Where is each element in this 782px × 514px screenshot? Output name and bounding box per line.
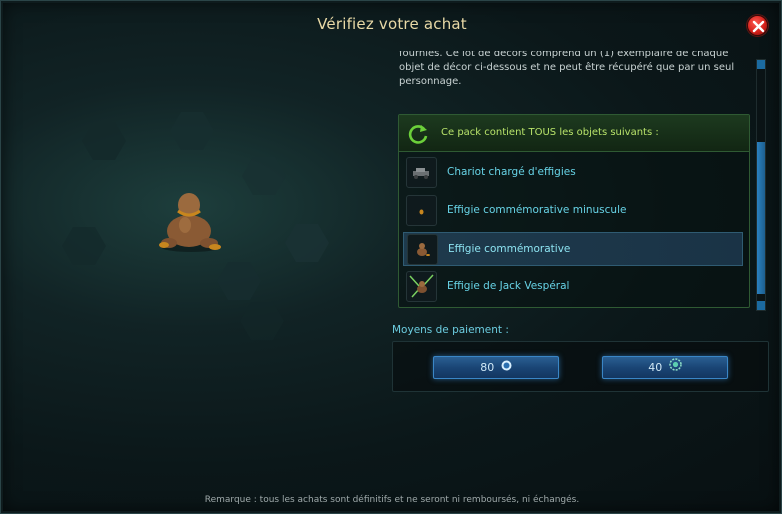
hex-decoration: [61, 226, 107, 266]
pack-header: Ce pack contient TOUS les objets suivant…: [399, 115, 749, 152]
pack-contents-box: Ce pack contient TOUS les objets suivant…: [398, 114, 750, 308]
pack-item-label: Effigie commémorative minuscule: [447, 204, 627, 216]
refresh-icon: [407, 123, 429, 149]
pack-item-label: Chariot chargé d'effigies: [447, 166, 576, 178]
scroll-up-arrow[interactable]: [757, 60, 765, 69]
hex-decoration: [239, 301, 285, 341]
pack-item[interactable]: Effigie de Jack Vespéral: [403, 270, 743, 304]
description-line: fournies. Ce lot de décors comprend un (…: [399, 51, 729, 59]
hex-decoration: [284, 223, 330, 263]
pack-header-label: Ce pack contient TOUS les objets suivant…: [441, 127, 659, 138]
hex-decoration: [169, 111, 215, 151]
hex-decoration: [241, 156, 287, 196]
window-title: Vérifiez votre achat: [317, 15, 467, 33]
cart-icon: [406, 157, 437, 188]
pack-item-label: Effigie commémorative: [448, 243, 571, 255]
close-icon: [752, 20, 765, 33]
payment-label: Moyens de paiement :: [392, 324, 509, 336]
hex-decoration: [81, 121, 127, 161]
pack-item[interactable]: Effigie commémorative minuscule: [403, 194, 743, 228]
pay-omnibits-button[interactable]: 80: [433, 356, 559, 379]
omnibit-icon: [501, 357, 512, 378]
effigy-icon: [407, 234, 438, 265]
purchase-confirmation-window: Vérifiez votre achat fournies. Ce lot de…: [0, 0, 782, 514]
cosmic-reward-icon: [669, 357, 682, 378]
scrollbar-thumb[interactable]: [757, 142, 765, 294]
jack-effigy-icon: [406, 271, 437, 302]
pack-item-selected[interactable]: Effigie commémorative: [403, 232, 743, 266]
payment-options: 80 40: [392, 341, 769, 392]
price-amount: 40: [648, 361, 663, 374]
tiny-effigy-icon: [406, 195, 437, 226]
pack-item[interactable]: Chariot chargé d'effigies: [403, 156, 743, 190]
hex-decoration: [216, 261, 262, 301]
item-preview-image: [151, 183, 231, 255]
pay-reward-points-button[interactable]: 40: [602, 356, 728, 379]
scroll-down-arrow[interactable]: [757, 301, 765, 310]
item-description: fournies. Ce lot de décors comprend un (…: [399, 51, 745, 103]
purchase-disclaimer: Remarque : tous les achats sont définiti…: [204, 495, 580, 505]
pack-item-label: Effigie de Jack Vespéral: [447, 280, 570, 292]
content-scrollbar[interactable]: [756, 59, 766, 311]
close-button[interactable]: [747, 15, 768, 36]
effigy-figure-icon: [159, 193, 221, 252]
price-amount: 80: [480, 361, 495, 374]
description-line: objet de décor ci-dessous et ne peut êtr…: [399, 62, 735, 73]
description-line: personnage.: [399, 76, 462, 87]
